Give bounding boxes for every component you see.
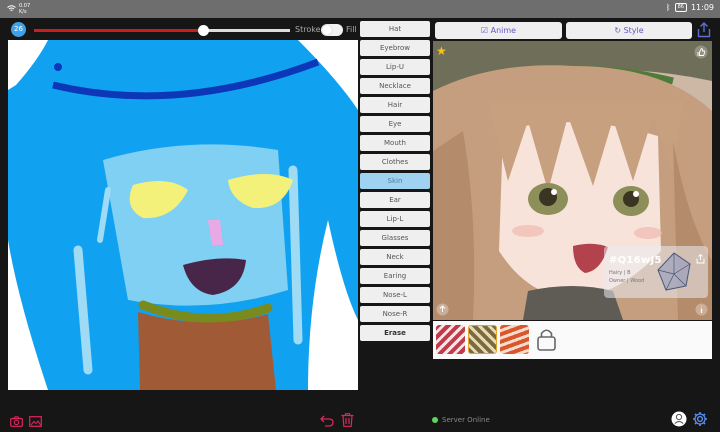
gem-icon (654, 250, 694, 298)
settings-gear-icon[interactable] (692, 411, 708, 431)
part-button-hair[interactable]: Hair (360, 97, 430, 113)
status-right: ᛒ 86 11:09 (666, 3, 714, 12)
part-button-earing[interactable]: Earing (360, 268, 430, 284)
network-speed: 0.07 K/s (19, 3, 31, 15)
part-button-mouth[interactable]: Mouth (360, 135, 430, 151)
wifi-icon (7, 5, 16, 13)
stroke-label: Stroke (295, 25, 321, 34)
favorite-star-icon[interactable]: ★ (436, 44, 447, 58)
brush-size-badge[interactable]: 26 (11, 22, 26, 37)
info-icon[interactable] (695, 303, 708, 319)
checkbox-icon: ☑ (480, 26, 489, 35)
part-button-hat[interactable]: Hat (360, 21, 430, 37)
part-button-nose-l[interactable]: Nose-L (360, 287, 430, 303)
sketch-drawing (8, 40, 358, 390)
seed-info-card: #Q16wJ5 Hairy | B Owner | Wood (604, 246, 708, 298)
share-icon[interactable] (697, 22, 711, 38)
fill-label: Fill (346, 25, 357, 34)
status-bar: 0.07 K/s ᛒ 86 11:09 (0, 0, 720, 18)
slider-fill (34, 29, 203, 32)
part-button-eyebrow[interactable]: Eyebrow (360, 40, 430, 56)
parts-menu: Hat Eyebrow Lip-U Necklace Hair Eye Mouth Cloth… (360, 21, 430, 344)
part-button-lip-u[interactable]: Lip-U (360, 59, 430, 75)
bluetooth-icon: ᛒ (665, 3, 671, 12)
slider-thumb[interactable] (197, 25, 209, 36)
upload-icon[interactable] (436, 303, 449, 319)
status-left: 0.07 K/s (7, 3, 30, 15)
part-button-ear[interactable]: Ear (360, 192, 430, 208)
card-share-icon[interactable] (696, 249, 705, 268)
undo-icon[interactable] (320, 412, 334, 431)
style-thumbnail-selected[interactable] (468, 325, 497, 354)
part-button-necklace[interactable]: Necklace (360, 78, 430, 94)
style-button[interactable]: ↻ Style (566, 22, 692, 39)
drawing-canvas[interactable] (8, 40, 358, 390)
user-icon[interactable] (671, 411, 687, 431)
lock-icon[interactable] (532, 325, 561, 354)
clock: 11:09 (690, 3, 714, 12)
part-button-neck[interactable]: Neck (360, 249, 430, 265)
part-button-skin[interactable]: Skin (360, 173, 430, 189)
part-button-erase[interactable]: Erase (360, 325, 430, 341)
anime-button[interactable]: ☑ Anime (435, 22, 562, 39)
status-dot (432, 417, 438, 423)
battery-indicator: 86 (674, 3, 687, 12)
style-thumbnail[interactable] (436, 325, 465, 354)
refresh-icon: ↻ (614, 26, 622, 35)
info-line-1: Hairy | B (609, 270, 631, 276)
part-button-lip-l[interactable]: Lip-L (360, 211, 430, 227)
trash-icon[interactable] (341, 412, 354, 431)
info-line-2: Owner | Wood (609, 278, 645, 284)
gallery-icon[interactable] (29, 412, 42, 431)
part-button-nose-r[interactable]: Nose-R (360, 306, 430, 322)
stroke-fill-toggle[interactable] (321, 24, 343, 36)
brush-size-slider[interactable] (34, 25, 290, 36)
like-icon[interactable] (694, 45, 708, 62)
part-button-eye[interactable]: Eye (360, 116, 430, 132)
part-button-clothes[interactable]: Clothes (360, 154, 430, 170)
server-status: Server Online (432, 416, 490, 424)
part-button-glasses[interactable]: Glasses (360, 230, 430, 246)
toggle-knob (322, 25, 332, 35)
style-strip (433, 321, 712, 359)
style-thumbnail[interactable] (500, 325, 529, 354)
camera-icon[interactable] (10, 412, 23, 431)
